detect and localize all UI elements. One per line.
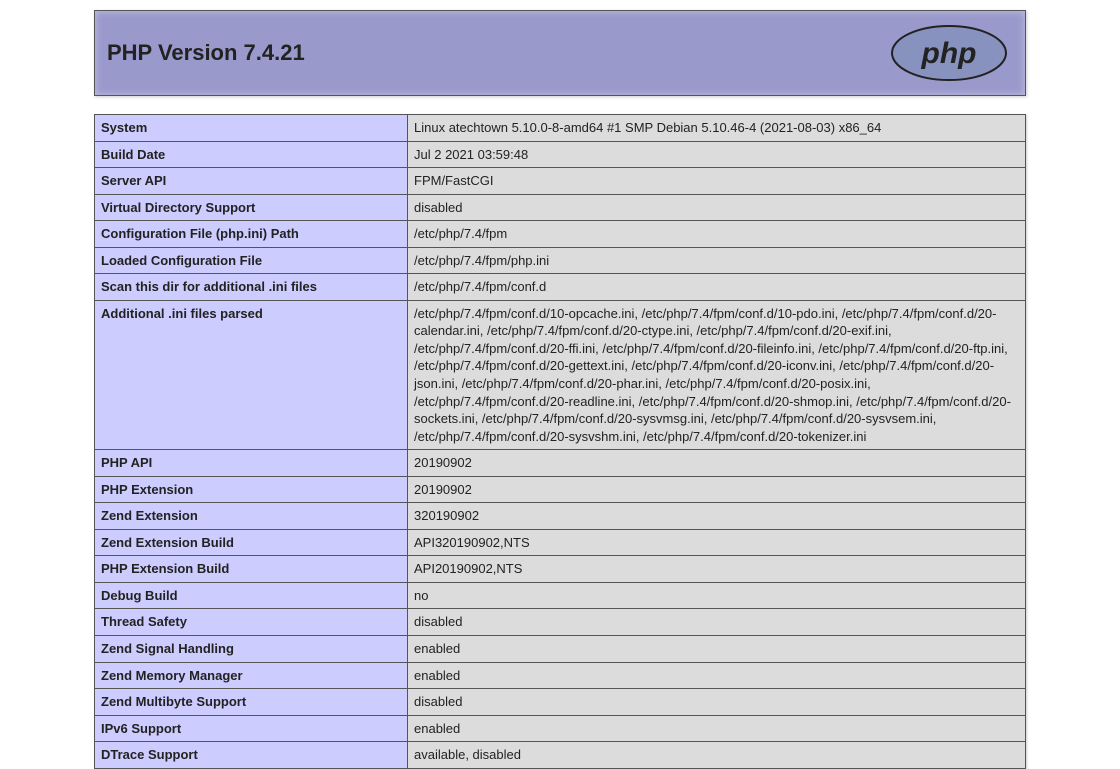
table-row: PHP Extension BuildAPI20190902,NTS [95,556,1026,583]
row-label: DTrace Support [95,742,408,769]
info-table: SystemLinux atechtown 5.10.0-8-amd64 #1 … [94,114,1026,769]
row-value: API320190902,NTS [408,529,1026,556]
row-value: disabled [408,609,1026,636]
table-row: Zend Signal Handlingenabled [95,636,1026,663]
phpinfo-page: PHP Version 7.4.21 php SystemLinux atech… [94,10,1026,769]
row-label: Build Date [95,141,408,168]
table-row: Scan this dir for additional .ini files/… [95,274,1026,301]
table-row: Zend Extension320190902 [95,503,1026,530]
table-row: Additional .ini files parsed/etc/php/7.4… [95,300,1026,449]
row-label: Virtual Directory Support [95,194,408,221]
row-label: Zend Extension [95,503,408,530]
row-value: no [408,582,1026,609]
row-value: /etc/php/7.4/fpm/conf.d/10-opcache.ini, … [408,300,1026,449]
row-label: Configuration File (php.ini) Path [95,221,408,248]
row-label: Loaded Configuration File [95,247,408,274]
row-value: 320190902 [408,503,1026,530]
row-value: 20190902 [408,450,1026,477]
row-label: Scan this dir for additional .ini files [95,274,408,301]
row-label: Thread Safety [95,609,408,636]
table-row: PHP Extension20190902 [95,476,1026,503]
table-row: Zend Extension BuildAPI320190902,NTS [95,529,1026,556]
page-title: PHP Version 7.4.21 [107,40,305,66]
row-value: API20190902,NTS [408,556,1026,583]
row-label: System [95,115,408,142]
row-label: Zend Multibyte Support [95,689,408,716]
svg-text:php: php [921,37,977,70]
row-label: Zend Memory Manager [95,662,408,689]
row-value: FPM/FastCGI [408,168,1026,195]
php-logo-icon: php [889,25,1009,81]
row-label: Zend Extension Build [95,529,408,556]
row-value: enabled [408,636,1026,663]
row-label: PHP Extension [95,476,408,503]
row-value: disabled [408,194,1026,221]
row-value: disabled [408,689,1026,716]
row-value: /etc/php/7.4/fpm [408,221,1026,248]
table-row: PHP API20190902 [95,450,1026,477]
row-value: Linux atechtown 5.10.0-8-amd64 #1 SMP De… [408,115,1026,142]
row-label: Server API [95,168,408,195]
table-row: Server APIFPM/FastCGI [95,168,1026,195]
header-bar: PHP Version 7.4.21 php [94,10,1026,96]
table-row: SystemLinux atechtown 5.10.0-8-amd64 #1 … [95,115,1026,142]
row-value: available, disabled [408,742,1026,769]
row-label: IPv6 Support [95,715,408,742]
row-value: /etc/php/7.4/fpm/php.ini [408,247,1026,274]
table-row: Configuration File (php.ini) Path/etc/ph… [95,221,1026,248]
table-row: Virtual Directory Supportdisabled [95,194,1026,221]
table-row: Loaded Configuration File/etc/php/7.4/fp… [95,247,1026,274]
table-row: Thread Safetydisabled [95,609,1026,636]
table-row: DTrace Supportavailable, disabled [95,742,1026,769]
table-row: Zend Memory Managerenabled [95,662,1026,689]
row-value: enabled [408,715,1026,742]
row-label: Additional .ini files parsed [95,300,408,449]
row-value: enabled [408,662,1026,689]
table-row: Zend Multibyte Supportdisabled [95,689,1026,716]
row-label: PHP Extension Build [95,556,408,583]
row-value: 20190902 [408,476,1026,503]
table-row: Debug Buildno [95,582,1026,609]
row-label: PHP API [95,450,408,477]
table-row: Build DateJul 2 2021 03:59:48 [95,141,1026,168]
row-label: Zend Signal Handling [95,636,408,663]
row-value: /etc/php/7.4/fpm/conf.d [408,274,1026,301]
row-label: Debug Build [95,582,408,609]
row-value: Jul 2 2021 03:59:48 [408,141,1026,168]
table-row: IPv6 Supportenabled [95,715,1026,742]
